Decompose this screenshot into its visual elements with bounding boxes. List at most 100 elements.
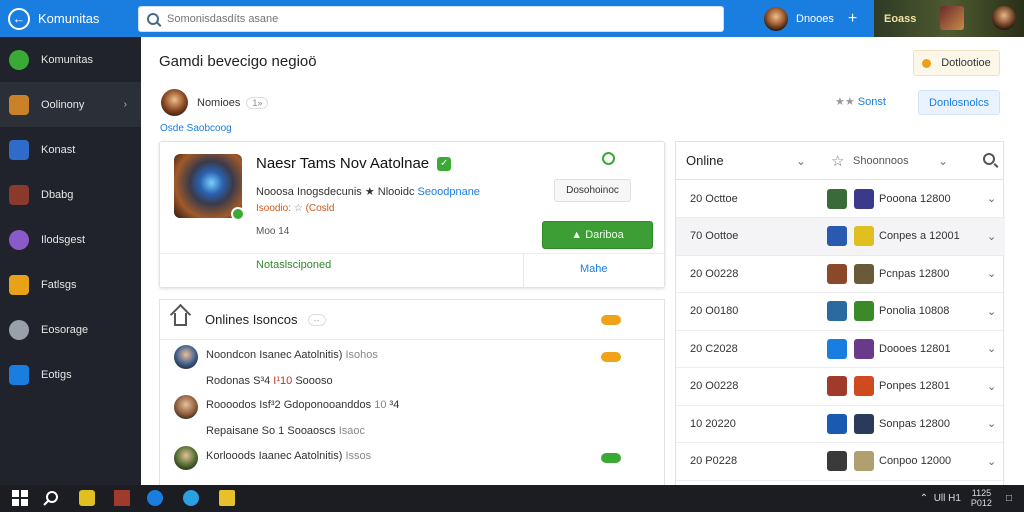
sidebar-item[interactable]: Konast	[0, 127, 141, 172]
notification-icon[interactable]: □	[1006, 493, 1012, 504]
chevron-down-icon[interactable]: ⌄	[796, 154, 806, 168]
folder-icon[interactable]	[219, 490, 235, 506]
search-icon[interactable]	[983, 153, 995, 165]
list-item[interactable]: Repaisane So 1 Sooaoscs Isaoc	[160, 423, 666, 443]
sidebar-item[interactable]: Komunitas	[0, 37, 141, 82]
sub-link[interactable]: Osde Saobcoog	[160, 123, 232, 134]
app-title: Komunitas	[38, 11, 100, 26]
play-button[interactable]: ▲ Dariboa	[542, 221, 653, 249]
follow-button[interactable]: Dotlootioe	[913, 50, 1000, 76]
divider	[523, 254, 524, 288]
table-row[interactable]: 20 P0228 Conpoo 12000 ⌄	[676, 443, 1005, 481]
system-tray: ⌃ Ull H1 1125 P012 □	[920, 488, 1012, 508]
clock[interactable]: 1125 P012	[971, 488, 992, 508]
profile-tag: 1»	[246, 96, 269, 109]
game-image[interactable]	[174, 154, 245, 221]
section-title: Onlines Isoncos	[205, 312, 298, 327]
row-date: 20 C2028	[690, 342, 738, 355]
chevron-down-icon[interactable]: ⌄	[987, 267, 996, 280]
sidebar-item[interactable]: Dbabg	[0, 172, 141, 217]
search-icon	[147, 12, 159, 25]
avatar[interactable]	[174, 345, 198, 369]
sidebar-item[interactable]: Eotigs	[0, 352, 141, 397]
profile-avatar[interactable]	[992, 6, 1016, 30]
feed-extra: ³4	[389, 399, 400, 411]
avatar[interactable]	[174, 446, 198, 470]
status-pill[interactable]	[601, 352, 621, 362]
sidebar-item[interactable]: Eosorage	[0, 307, 141, 352]
list-item[interactable]: Rodonas S³4 I¹10 Soooso	[160, 373, 666, 393]
sidebar-item[interactable]: Ilodsgest	[0, 217, 141, 262]
badge-icon	[854, 451, 874, 471]
back-icon[interactable]: ←	[8, 7, 30, 30]
filter-label[interactable]: Online	[686, 153, 724, 168]
chevron-down-icon[interactable]: ⌄	[987, 230, 996, 243]
profile-row: Nomioes 1»	[161, 89, 269, 116]
search-bar[interactable]	[138, 5, 724, 32]
chevron-down-icon[interactable]: ⌄	[987, 380, 996, 393]
search-input[interactable]	[167, 12, 707, 25]
row-value: Ponpes 12801	[879, 380, 950, 392]
table-row[interactable]: 20 O0228 Pcnpas 12800 ⌄	[676, 255, 1005, 293]
game-icon	[9, 139, 29, 160]
table-row[interactable]: 20 O0180 Ponolia 10808 ⌄	[676, 293, 1005, 331]
search-icon[interactable]	[43, 490, 59, 506]
feed-text: Noondcon Isanec Aatolnitis) Isohos	[206, 349, 378, 361]
table-row[interactable]: 70 Oottoe Conpes a 12001 ⌄	[676, 217, 1005, 256]
avatar[interactable]	[174, 395, 198, 419]
chevron-down-icon[interactable]: ⌄	[987, 417, 996, 430]
table-row[interactable]: 20 O0228 Ponpes 12801 ⌄	[676, 368, 1005, 406]
desc-text: Nooosa Inogsdecunis	[256, 186, 362, 198]
game-banner[interactable]: Eoass	[874, 0, 1024, 37]
game-icon	[9, 184, 29, 205]
table-row[interactable]: 20 C2028 Doooes 12801 ⌄	[676, 330, 1005, 368]
user-avatar[interactable]	[764, 6, 788, 31]
game-app-icon[interactable]	[114, 490, 130, 506]
chevron-down-icon[interactable]: ⌄	[987, 192, 996, 205]
coin-icon	[922, 58, 932, 68]
sidebar-item[interactable]: Oolinony ›	[0, 82, 141, 127]
game-card: Naesr Tams Nov Aatolnae ✓ Nooosa Inogsdec…	[159, 141, 666, 288]
add-icon[interactable]: +	[848, 10, 857, 28]
profile-name[interactable]: Nomioes	[197, 97, 240, 109]
game-icon	[9, 229, 29, 250]
chevron-down-icon[interactable]: ⌄	[987, 305, 996, 318]
browser-icon[interactable]	[147, 490, 163, 506]
recommend-button[interactable]: Donlosnolcs	[918, 90, 1000, 115]
chevron-down-icon[interactable]: ⌄	[987, 455, 996, 468]
feed-r: I¹10	[273, 375, 293, 387]
game-icon	[827, 226, 847, 246]
list-item[interactable]: Noondcon Isanec Aatolnitis) Isohos	[160, 345, 666, 369]
chevron-down-icon[interactable]: ⌄	[938, 154, 948, 168]
user-name[interactable]: Dnooes	[796, 13, 834, 25]
windows-icon[interactable]	[12, 490, 28, 506]
sidebar-item[interactable]: Fatlsgs	[0, 262, 141, 307]
online-badge	[231, 207, 245, 221]
detail-button[interactable]: Dosohoinoc	[554, 179, 631, 202]
follow-label: Dotlootioe	[941, 57, 991, 69]
rating[interactable]: ★★ Sonst	[835, 95, 886, 108]
row-date: 20 O0180	[690, 305, 739, 317]
tray-arrow-icon[interactable]: ⌃	[920, 493, 934, 504]
table-row[interactable]: 20 Octtoe Pooona 12800 ⌄	[676, 180, 1005, 218]
toggle-pill[interactable]	[601, 315, 621, 325]
row-value: Doooes 12801	[879, 342, 951, 355]
table-row[interactable]: 10 20220 Sonpas 12800 ⌄	[676, 405, 1005, 443]
app-icon[interactable]	[79, 490, 95, 506]
edge-icon[interactable]	[183, 490, 199, 506]
list-item[interactable]: Roooodos Isf³2 Gdoponooanddos 10 ³4	[160, 395, 666, 419]
row-date: 20 P0228	[690, 455, 738, 467]
more-link[interactable]: Mahe	[580, 263, 608, 275]
chevron-down-icon[interactable]: ⌄	[987, 342, 996, 355]
sidebar: Komunitas Oolinony › Konast Dbabg Ilodsgest Fa…	[0, 37, 141, 485]
desc-link[interactable]: Seoodpnane	[418, 186, 480, 198]
play-label: Dariboa	[585, 229, 624, 241]
avatar[interactable]	[161, 89, 188, 116]
feed-name: Noondcon	[206, 349, 257, 361]
sidebar-item-label: Konast	[41, 143, 76, 156]
star-icon[interactable]: ☆	[831, 152, 844, 170]
game-icon	[827, 263, 847, 284]
status-pill[interactable]	[601, 453, 621, 463]
list-item[interactable]: Korlooods Iaanec Aatolnitis) Issos	[160, 446, 666, 470]
sort-label[interactable]: Shoonnoos	[853, 155, 909, 167]
